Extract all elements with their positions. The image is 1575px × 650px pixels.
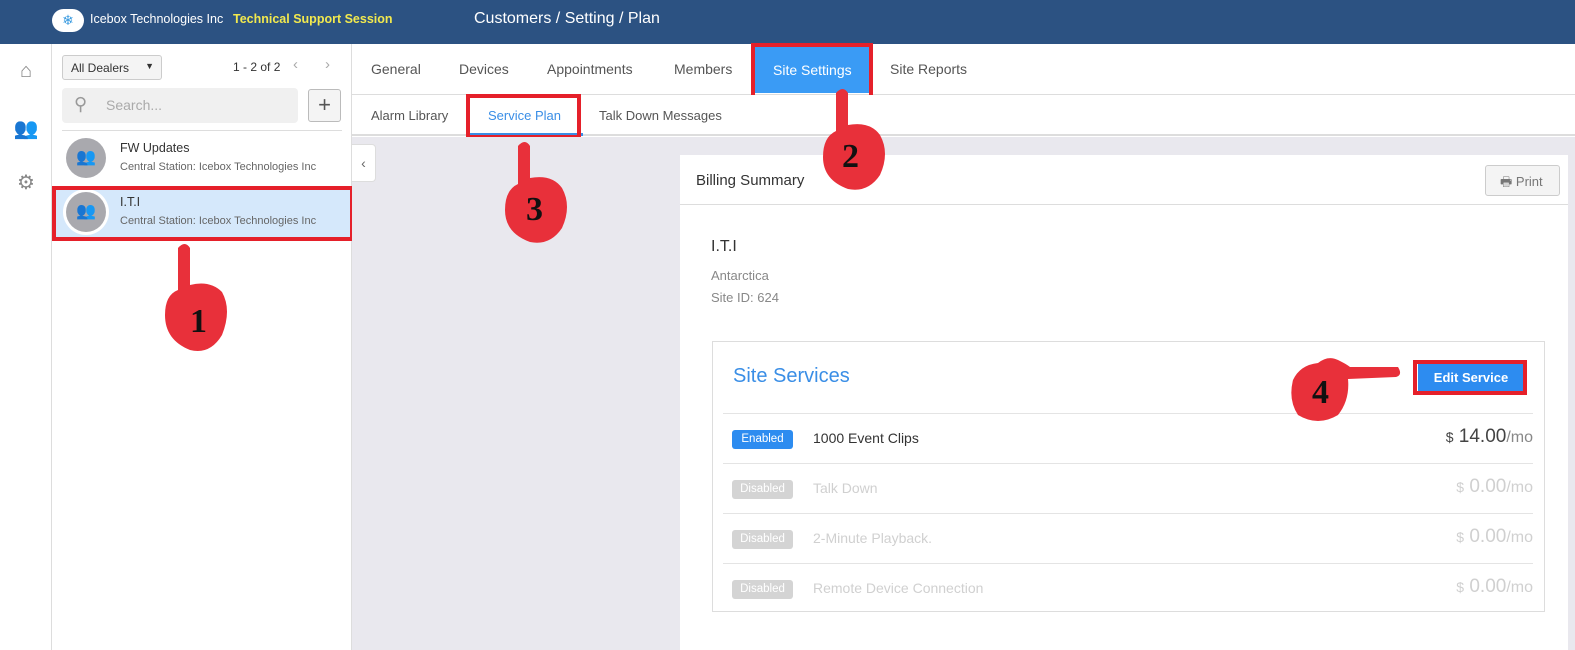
status-badge: Disabled [732, 480, 793, 499]
service-row: Disabled Remote Device Connection $ 0.00… [723, 563, 1533, 613]
annotation-number: 3 [526, 191, 543, 228]
search-input[interactable]: ⚲ Search... [62, 88, 298, 123]
printer-icon: 🖶 [1500, 174, 1513, 189]
site-id: Site ID: 624 [711, 290, 779, 305]
site-services-panel: Site Services Edit Service Enabled 1000 … [712, 341, 1545, 612]
pointing-hand-icon: 1 [165, 244, 227, 351]
session-label: Technical Support Session [233, 12, 393, 26]
caret-down-icon: ▼ [145, 61, 154, 71]
dealer-select[interactable]: All Dealers ▼ [62, 55, 162, 80]
site-region: Antarctica [711, 268, 769, 283]
tab-general[interactable]: General [371, 61, 421, 77]
tab-devices[interactable]: Devices [459, 61, 509, 77]
service-name: 2-Minute Playback. [813, 530, 933, 546]
next-page-icon[interactable]: › [325, 56, 330, 73]
gear-icon[interactable]: ⚙ [12, 170, 40, 195]
collapse-panel-button[interactable]: ‹ [352, 144, 376, 182]
tab-members[interactable]: Members [674, 61, 732, 77]
list-item-selected[interactable]: 👥 I.T.I Central Station: Icebox Technolo… [52, 186, 351, 240]
service-price: $ 0.00/mo [1456, 476, 1533, 497]
nav-rail: ⌂ 👥 ⚙ [0, 44, 52, 650]
top-bar: ❄ Icebox Technologies Inc Technical Supp… [0, 0, 1575, 44]
billing-title: Billing Summary [696, 172, 805, 189]
site-name: I.T.I [711, 238, 737, 255]
snowflake-icon: ❄ [52, 9, 84, 32]
search-placeholder: Search... [106, 97, 163, 113]
prev-page-icon[interactable]: ‹ [293, 56, 298, 73]
annotation-number: 1 [190, 303, 207, 340]
subtab-talk-down[interactable]: Talk Down Messages [599, 108, 722, 123]
service-name: Talk Down [813, 480, 878, 496]
service-row: Disabled 2-Minute Playback. $ 0.00/mo [723, 513, 1533, 563]
annotation-number: 4 [1312, 374, 1329, 411]
annotation-number: 2 [842, 138, 859, 175]
sub-tabs: Alarm Library Service Plan Talk Down Mes… [352, 95, 1575, 136]
print-button[interactable]: 🖶 Print [1485, 165, 1560, 196]
site-services-title: Site Services [733, 365, 850, 387]
pointing-hand-icon: 4 [1291, 358, 1401, 421]
group-avatar-icon: 👥 [66, 138, 106, 178]
home-icon[interactable]: ⌂ [12, 60, 40, 83]
service-row: Disabled Talk Down $ 0.00/mo [723, 463, 1533, 513]
add-customer-button[interactable]: + [308, 89, 341, 122]
item-subtitle: Central Station: Icebox Technologies Inc [120, 215, 317, 227]
item-subtitle: Central Station: Icebox Technologies Inc [120, 161, 317, 173]
item-name: I.T.I [120, 195, 141, 209]
breadcrumb: Customers / Setting / Plan [474, 10, 660, 27]
service-price: $ 0.00/mo [1456, 526, 1533, 547]
item-name: FW Updates [120, 141, 190, 155]
main-tabs: General Devices Appointments Members Sit… [352, 44, 1575, 95]
org-name: Icebox Technologies Inc [90, 12, 224, 26]
subtab-alarm-library[interactable]: Alarm Library [371, 108, 448, 123]
pager-text: 1 - 2 of 2 [233, 60, 281, 74]
list-item[interactable]: 👥 FW Updates Central Station: Icebox Tec… [52, 132, 351, 186]
tab-appointments[interactable]: Appointments [547, 61, 633, 77]
pointing-hand-icon: 3 [505, 142, 567, 243]
edit-service-button[interactable]: Edit Service [1418, 364, 1524, 392]
users-icon[interactable]: 👥 [12, 116, 40, 141]
group-avatar-icon: 👥 [66, 192, 106, 232]
pointing-hand-icon: 2 [823, 89, 885, 190]
subtab-service-plan[interactable]: Service Plan [466, 95, 583, 136]
search-icon: ⚲ [74, 94, 88, 114]
dealer-select-value: All Dealers [71, 61, 130, 75]
service-price: $ 0.00/mo [1456, 576, 1533, 597]
print-label: Print [1515, 174, 1543, 189]
tab-site-reports[interactable]: Site Reports [890, 61, 967, 77]
status-badge: Enabled [732, 430, 793, 449]
status-badge: Disabled [732, 530, 793, 549]
status-badge: Disabled [732, 580, 793, 599]
service-price: $ 14.00/mo [1445, 426, 1533, 447]
service-name: 1000 Event Clips [813, 430, 919, 446]
service-name: Remote Device Connection [813, 580, 984, 596]
service-row: Enabled 1000 Event Clips $ 14.00/mo [723, 413, 1533, 463]
